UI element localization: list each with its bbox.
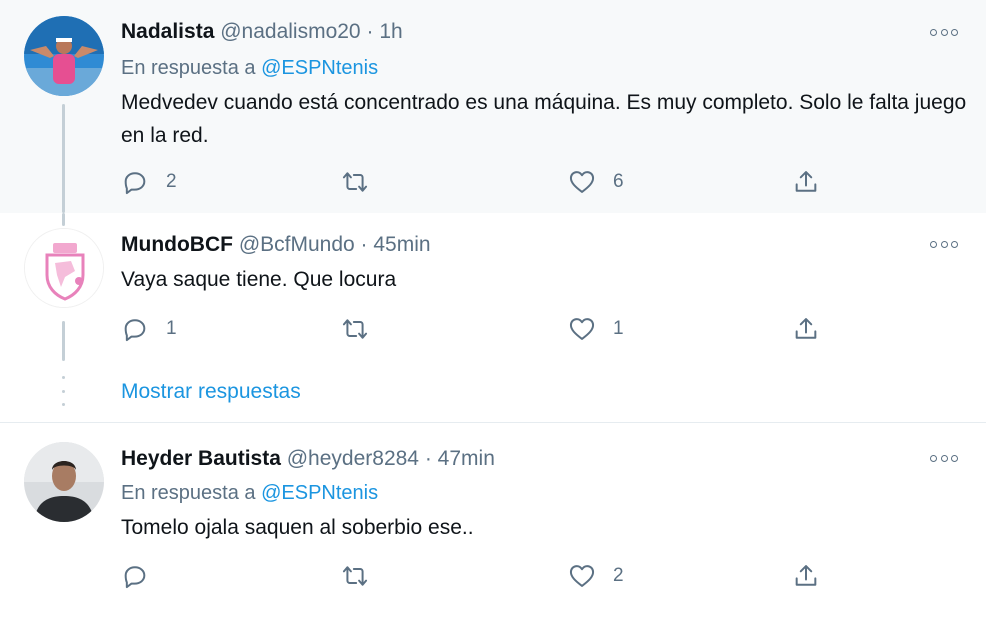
tweet-mundobcf[interactable]: MundoBCF @BcfMundo · 45min Vaya saque ti…	[0, 213, 986, 423]
heart-icon	[569, 171, 595, 193]
timestamp[interactable]: 1h	[379, 20, 402, 43]
avatar[interactable]	[24, 16, 104, 96]
replies-feed: Nadalista @nadalismo20 · 1h En respuesta…	[0, 0, 986, 617]
reply-button[interactable]	[121, 561, 166, 591]
like-button[interactable]: 6	[568, 167, 624, 197]
avatar[interactable]	[24, 228, 104, 308]
heart-icon	[569, 318, 595, 340]
reply-mention-link[interactable]: @ESPNtenis	[261, 482, 378, 504]
more-options-button[interactable]	[930, 27, 958, 37]
reply-icon	[124, 319, 146, 342]
reply-mention-link[interactable]: @ESPNtenis	[261, 57, 378, 79]
share-button[interactable]	[792, 561, 820, 591]
like-button[interactable]: 2	[568, 561, 624, 591]
reply-button[interactable]: 1	[121, 314, 177, 344]
tweet-actions: 2	[121, 561, 841, 591]
reply-context: En respuesta a @ESPNtenis	[121, 482, 378, 505]
retweet-icon	[342, 566, 368, 586]
retweet-icon	[342, 172, 368, 192]
separator: ·	[366, 20, 374, 43]
author-handle[interactable]: @BcfMundo	[239, 233, 355, 256]
like-count: 1	[613, 318, 624, 339]
author-handle[interactable]: @heyder8284	[287, 447, 419, 470]
tweet-text: Vaya saque tiene. Que locura	[121, 268, 397, 291]
retweet-icon	[342, 319, 368, 339]
thread-line-top	[62, 213, 65, 226]
reply-button[interactable]: 2	[121, 167, 177, 197]
share-icon	[795, 171, 817, 192]
heart-icon	[569, 565, 595, 587]
timestamp[interactable]: 47min	[438, 447, 495, 470]
tweet-text: Tomelo ojala saquen al soberbio ese..	[121, 516, 474, 539]
share-button[interactable]	[792, 314, 820, 344]
thread-dots	[61, 376, 65, 406]
reply-count: 2	[166, 171, 177, 192]
author-name[interactable]: Nadalista	[121, 20, 214, 43]
avatar[interactable]	[24, 442, 104, 522]
share-icon	[795, 565, 817, 586]
like-count: 2	[613, 565, 624, 586]
retweet-button[interactable]	[341, 314, 369, 344]
reply-context: En respuesta a @ESPNtenis	[121, 57, 378, 80]
author-handle[interactable]: @nadalismo20	[220, 20, 360, 43]
tweet-header: MundoBCF @BcfMundo · 45min	[121, 232, 431, 258]
retweet-button[interactable]	[341, 561, 369, 591]
more-options-button[interactable]	[930, 453, 958, 463]
share-button[interactable]	[792, 167, 820, 197]
reply-icon	[124, 566, 146, 589]
tweet-actions: 2 6	[121, 167, 841, 197]
reply-prefix: En respuesta a	[121, 57, 256, 79]
author-name[interactable]: Heyder Bautista	[121, 447, 281, 470]
show-replies-link[interactable]: Mostrar respuestas	[121, 380, 301, 404]
tweet-heyder[interactable]: Heyder Bautista @heyder8284 · 47min En r…	[0, 424, 986, 617]
tweet-actions: 1 1	[121, 314, 841, 344]
share-icon	[795, 318, 817, 339]
thread-line	[62, 321, 65, 361]
tweet-text: Medvedev cuando está concentrado es una …	[121, 91, 967, 147]
reply-count: 1	[166, 318, 177, 339]
timestamp[interactable]: 45min	[373, 233, 430, 256]
tweet-header: Nadalista @nadalismo20 · 1h	[121, 19, 403, 45]
retweet-button[interactable]	[341, 167, 369, 197]
like-count: 6	[613, 171, 624, 192]
like-button[interactable]: 1	[568, 314, 624, 344]
separator: ·	[360, 233, 368, 256]
reply-icon	[124, 172, 146, 195]
author-name[interactable]: MundoBCF	[121, 233, 233, 256]
more-options-button[interactable]	[930, 239, 958, 249]
tweet-header: Heyder Bautista @heyder8284 · 47min	[121, 446, 495, 472]
separator: ·	[424, 447, 432, 470]
thread-line	[62, 104, 65, 213]
tweet-nadalista[interactable]: Nadalista @nadalismo20 · 1h En respuesta…	[0, 0, 986, 213]
reply-prefix: En respuesta a	[121, 482, 256, 504]
